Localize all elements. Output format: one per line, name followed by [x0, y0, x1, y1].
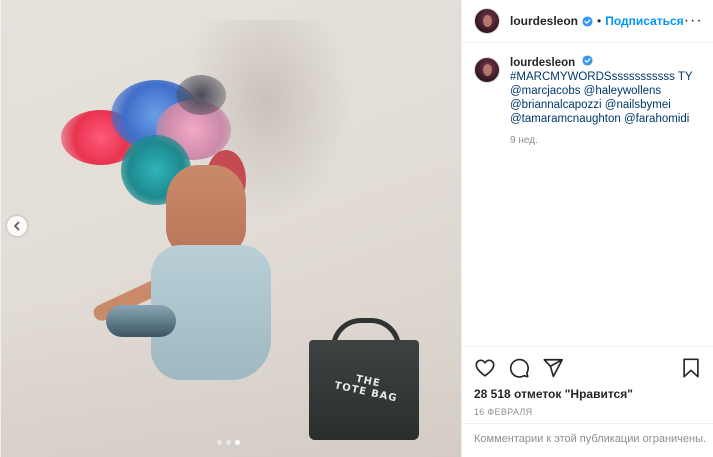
bookmark-icon [683, 358, 699, 378]
header-separator: • [597, 14, 602, 28]
header-username[interactable]: lourdesleon [510, 14, 578, 28]
instagram-post: THE TOTE BAG lourdesleon • Подписаться ·… [0, 0, 713, 457]
caption-time-ago[interactable]: 9 нед. [510, 134, 693, 148]
carousel-prev-button[interactable] [7, 216, 27, 236]
carousel-indicator [217, 440, 240, 445]
carousel-dot-active [235, 440, 240, 445]
post-media[interactable]: THE TOTE BAG [1, 0, 461, 457]
follow-button[interactable]: Подписаться [605, 14, 683, 28]
verified-badge-icon [582, 15, 593, 27]
comments-restricted-notice: Комментарии к этой публикации ограничены… [462, 423, 713, 457]
more-options-icon[interactable]: ··· [684, 13, 703, 29]
post-actions: 28 518 отметок "Нравится" 16 ФЕВРАЛЯ [462, 346, 713, 417]
comment-button[interactable] [508, 357, 530, 379]
caption-mention-line[interactable]: @marcjacobs @haleywollens [510, 84, 693, 98]
model-torso [166, 165, 246, 255]
heart-icon [475, 359, 495, 377]
action-icons-row [474, 355, 702, 381]
comment-icon [509, 358, 529, 378]
carousel-dot [217, 440, 222, 445]
caption-text: #MARCMYWORDSsssssssssss TY @marcjacobs @… [510, 70, 693, 126]
comments-section: lourdesleon #MARCMYWORDSsssssssssss TY @… [462, 43, 713, 347]
caption-mention-line[interactable]: @briannalcapozzi @nailsbymei [510, 98, 693, 112]
avatar[interactable] [474, 8, 500, 34]
likes-count[interactable]: 28 518 отметок "Нравится" [474, 387, 702, 401]
chevron-left-icon [14, 221, 20, 231]
caption-username[interactable]: lourdesleon [510, 57, 575, 69]
post-sidebar: lourdesleon • Подписаться ··· lourdesleo… [461, 0, 713, 457]
caption-body: lourdesleon #MARCMYWORDSsssssssssss TY @… [510, 55, 693, 148]
caption-avatar[interactable] [474, 57, 500, 83]
share-icon [543, 358, 563, 378]
save-button[interactable] [680, 357, 702, 379]
caption-mention-line[interactable]: @tamaramcnaughton @farahomidi [510, 112, 693, 126]
caption-hashtag-line[interactable]: #MARCMYWORDSsssssssssss TY [510, 70, 693, 84]
post-header: lourdesleon • Подписаться ··· [462, 0, 713, 43]
post-caption: lourdesleon #MARCMYWORDSsssssssssss TY @… [474, 55, 701, 148]
carousel-dot [226, 440, 231, 445]
like-button[interactable] [474, 357, 496, 379]
model-boot [106, 305, 176, 337]
share-button[interactable] [542, 357, 564, 379]
verified-badge-icon [582, 55, 593, 66]
post-date[interactable]: 16 ФЕВРАЛЯ [474, 407, 702, 417]
